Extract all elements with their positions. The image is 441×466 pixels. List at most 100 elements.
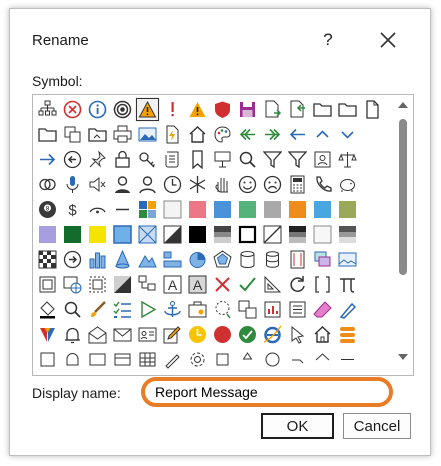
symbol-cell[interactable] [110, 172, 135, 197]
symbol-cell[interactable] [135, 97, 160, 122]
symbol-cell[interactable] [160, 147, 185, 172]
symbol-cell[interactable] [260, 322, 285, 347]
symbol-cell[interactable] [310, 222, 335, 247]
symbol-cell[interactable] [210, 197, 235, 222]
symbol-cell[interactable] [60, 122, 85, 147]
symbol-cell[interactable] [85, 122, 110, 147]
symbol-cell[interactable] [110, 197, 135, 222]
symbol-cell[interactable] [185, 247, 210, 272]
symbol-cell[interactable] [260, 347, 285, 372]
symbol-cell[interactable] [135, 322, 160, 347]
symbol-cell[interactable] [85, 322, 110, 347]
symbol-cell[interactable] [335, 272, 360, 297]
symbol-cell[interactable] [135, 172, 160, 197]
symbol-cell[interactable] [260, 172, 285, 197]
symbol-cell[interactable] [85, 172, 110, 197]
symbol-cell[interactable] [135, 197, 160, 222]
symbol-cell[interactable] [210, 297, 235, 322]
symbol-cell[interactable]: A [160, 272, 185, 297]
symbol-cell[interactable] [335, 247, 360, 272]
symbol-cell[interactable] [110, 322, 135, 347]
symbol-cell[interactable] [285, 322, 310, 347]
symbol-cell[interactable] [335, 97, 360, 122]
symbol-cell[interactable] [85, 197, 110, 222]
symbol-cell[interactable] [85, 272, 110, 297]
symbol-cell[interactable] [185, 122, 210, 147]
symbol-cell[interactable] [110, 247, 135, 272]
symbol-cell[interactable] [260, 297, 285, 322]
symbol-cell[interactable] [160, 347, 185, 372]
ok-button[interactable]: OK [261, 413, 334, 439]
symbol-cell[interactable] [110, 272, 135, 297]
symbol-cell[interactable] [110, 297, 135, 322]
symbol-cell[interactable] [35, 247, 60, 272]
symbol-cell[interactable] [310, 247, 335, 272]
symbol-cell[interactable] [335, 322, 360, 347]
symbol-cell[interactable] [135, 272, 160, 297]
symbol-cell[interactable] [35, 272, 60, 297]
symbol-cell[interactable] [235, 197, 260, 222]
symbol-cell[interactable] [310, 272, 335, 297]
symbol-cell[interactable] [160, 247, 185, 272]
symbol-cell[interactable] [110, 222, 135, 247]
symbol-cell[interactable] [185, 297, 210, 322]
symbol-cell[interactable] [35, 222, 60, 247]
symbol-cell[interactable] [285, 172, 310, 197]
symbol-cell[interactable] [160, 122, 185, 147]
symbol-cell[interactable] [60, 272, 85, 297]
symbol-cell[interactable] [210, 97, 235, 122]
symbol-cell[interactable] [185, 197, 210, 222]
symbol-cell[interactable] [335, 297, 360, 322]
symbol-cell[interactable] [260, 222, 285, 247]
symbol-cell[interactable] [285, 197, 310, 222]
symbol-cell[interactable] [235, 247, 260, 272]
symbol-cell[interactable] [60, 297, 85, 322]
symbol-cell[interactable] [60, 172, 85, 197]
symbol-cell[interactable] [185, 222, 210, 247]
symbol-cell[interactable] [285, 297, 310, 322]
symbol-cell[interactable] [285, 347, 310, 372]
symbol-cell[interactable] [260, 197, 285, 222]
scroll-down-icon[interactable] [398, 353, 408, 361]
scroll-up-icon[interactable] [398, 101, 408, 109]
symbol-cell[interactable] [310, 172, 335, 197]
symbol-cell[interactable]: 8 [35, 197, 60, 222]
symbol-cell[interactable] [35, 297, 60, 322]
symbol-cell[interactable] [160, 97, 185, 122]
symbol-cell[interactable] [335, 122, 360, 147]
symbol-cell[interactable] [60, 347, 85, 372]
symbol-cell[interactable] [35, 147, 60, 172]
symbol-cell[interactable] [160, 172, 185, 197]
symbol-cell[interactable] [335, 347, 360, 372]
close-icon[interactable] [377, 29, 399, 51]
symbol-cell[interactable] [135, 222, 160, 247]
symbol-cell[interactable] [210, 147, 235, 172]
symbol-cell[interactable] [260, 122, 285, 147]
symbol-cell[interactable] [235, 297, 260, 322]
symbol-cell[interactable] [310, 197, 335, 222]
symbol-cell[interactable] [135, 122, 160, 147]
scroll-thumb[interactable] [399, 119, 407, 275]
symbol-cell[interactable] [185, 172, 210, 197]
symbol-cell[interactable] [35, 322, 60, 347]
symbol-cell[interactable]: A [185, 272, 210, 297]
symbol-cell[interactable] [85, 97, 110, 122]
symbol-cell[interactable] [185, 147, 210, 172]
symbol-cell[interactable] [335, 197, 360, 222]
symbol-cell[interactable] [210, 347, 235, 372]
symbol-cell[interactable] [210, 272, 235, 297]
symbol-cell[interactable] [35, 172, 60, 197]
symbol-cell[interactable] [310, 97, 335, 122]
symbol-cell[interactable] [110, 122, 135, 147]
symbol-cell[interactable] [310, 147, 335, 172]
symbol-cell[interactable] [85, 222, 110, 247]
symbol-cell[interactable] [210, 322, 235, 347]
symbol-cell[interactable] [60, 247, 85, 272]
symbol-cell[interactable] [235, 272, 260, 297]
symbol-cell[interactable] [285, 247, 310, 272]
symbol-cell[interactable] [285, 97, 310, 122]
symbol-cell[interactable] [185, 97, 210, 122]
symbol-cell[interactable] [235, 172, 260, 197]
symbol-cell[interactable] [285, 222, 310, 247]
help-button[interactable]: ? [316, 25, 340, 55]
